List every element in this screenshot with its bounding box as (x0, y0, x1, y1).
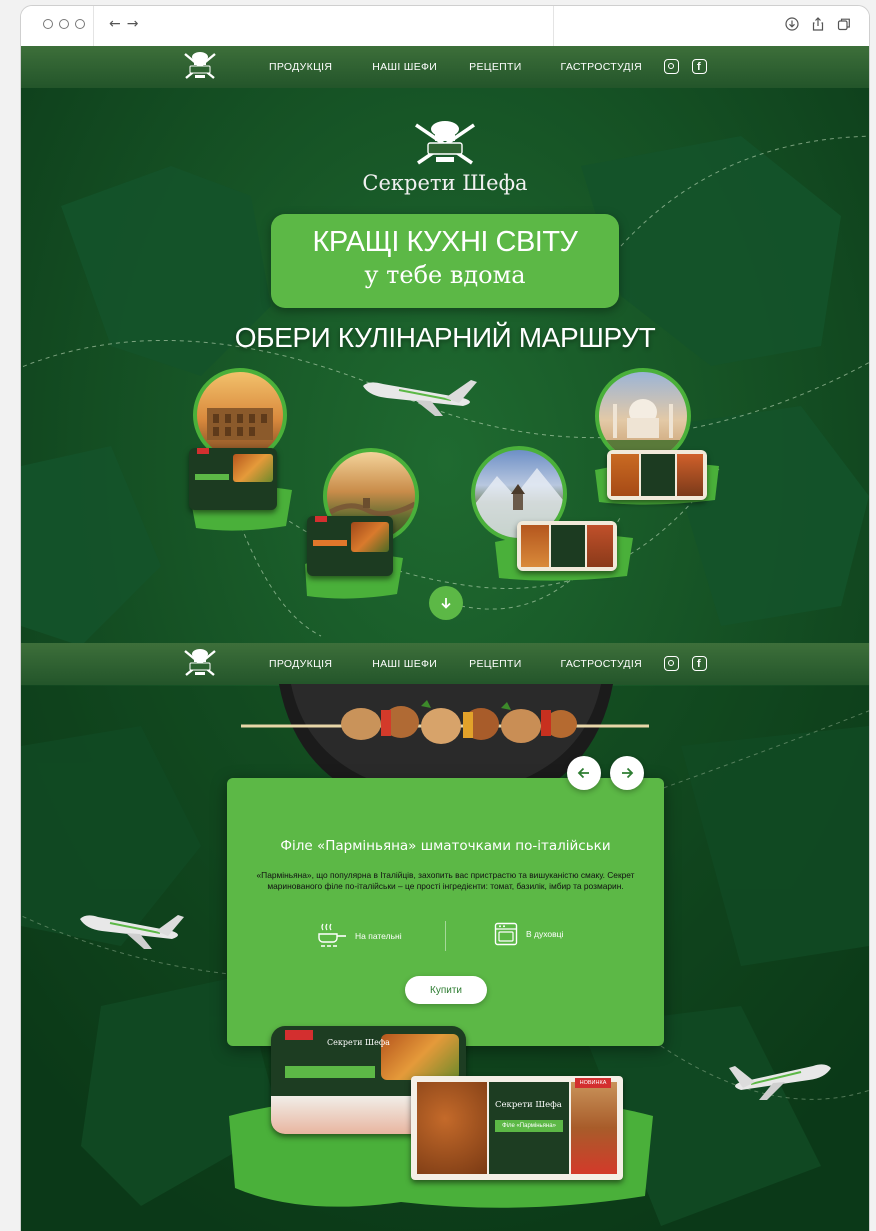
instagram-icon[interactable] (664, 59, 679, 74)
airplane-icon (729, 1064, 831, 1100)
tabs-icon[interactable] (837, 17, 851, 31)
scroll-down-button[interactable] (429, 586, 463, 620)
airplane-icon (80, 915, 184, 949)
nav-item-recipes[interactable]: РЕЦЕПТИ (469, 658, 521, 670)
main-nav: ПРОДУКЦІЯ НАШІ ШЕФИ РЕЦЕПТИ ГАСТРОСТУДІЯ… (21, 46, 869, 88)
nav-item-products[interactable]: ПРОДУКЦІЯ (269, 658, 332, 670)
forward-icon[interactable]: → (127, 16, 139, 32)
product-title: Філе «Парміньяна» шматочками по-італійсь… (280, 838, 611, 854)
sticky-nav: ПРОДУКЦІЯ НАШІ ШЕФИ РЕЦЕПТИ ГАСТРОСТУДІЯ… (21, 643, 869, 685)
chef-logo-icon[interactable] (181, 647, 219, 681)
route-title: ОБЕРИ КУЛІНАРНИЙ МАРШРУТ (234, 322, 656, 353)
minimize-window-button[interactable] (59, 19, 69, 29)
product-pack-india[interactable] (607, 450, 707, 500)
feature-oven: В духовці (494, 922, 563, 946)
facebook-icon[interactable]: f (692, 656, 707, 671)
feature-oven-label: В духовці (526, 929, 564, 939)
product-pack-china[interactable] (307, 516, 393, 576)
chef-logo-icon[interactable] (181, 50, 219, 84)
nav-item-gastrostudio[interactable]: ГАСТРОСТУДІЯ (561, 61, 642, 73)
product-package-second[interactable]: Секрети Шефа Філе «Парміньяна» НОВИНКА (411, 1076, 623, 1180)
arrow-right-icon (622, 767, 634, 779)
airplane-icon (363, 380, 477, 416)
arrow-down-icon (441, 598, 451, 609)
buy-button[interactable]: Купити (405, 976, 487, 1004)
package-name-label: Філе «Парміньяна» (495, 1120, 563, 1132)
frying-pan-icon (318, 923, 346, 947)
feature-divider (445, 921, 446, 951)
hero-headline: КРАЩІ КУХНІ СВІТУ (312, 226, 578, 258)
facebook-icon[interactable]: f (692, 59, 707, 74)
hero-brand-title: Секрети Шефа (362, 171, 528, 195)
package-new-badge: НОВИНКА (575, 1078, 611, 1088)
nav-item-chefs[interactable]: НАШІ ШЕФИ (372, 658, 437, 670)
close-window-button[interactable] (43, 19, 53, 29)
nav-item-chefs[interactable]: НАШІ ШЕФИ (372, 61, 437, 73)
product-card: Філе «Парміньяна» шматочками по-італійсь… (227, 778, 664, 1046)
back-icon[interactable]: ← (109, 16, 121, 32)
nav-item-recipes[interactable]: РЕЦЕПТИ (469, 61, 521, 73)
package-brand-label: Секрети Шефа (327, 1038, 390, 1047)
share-icon[interactable] (811, 17, 825, 31)
feature-frying-pan-label: На пательні (355, 931, 402, 941)
nav-item-products[interactable]: ПРОДУКЦІЯ (269, 61, 332, 73)
hero-subheadline: у тебе вдома (364, 261, 526, 289)
hero-headline-box: КРАЩІ КУХНІ СВІТУ у тебе вдома (271, 214, 619, 308)
download-icon[interactable] (785, 17, 799, 31)
product-description: «Парміньяна», що популярна в Італійців, … (256, 870, 635, 891)
product-pack-georgia[interactable] (517, 521, 617, 571)
toolbar-divider (553, 6, 554, 46)
carousel-prev-button[interactable] (567, 756, 601, 790)
toolbar-divider (93, 6, 94, 46)
page: ПРОДУКЦІЯ НАШІ ШЕФИ РЕЦЕПТИ ГАСТРОСТУДІЯ… (21, 46, 869, 1231)
browser-toolbar: ← → (21, 6, 869, 47)
package-brand-label: Секрети Шефа (495, 1100, 562, 1110)
hero-chef-logo-icon (415, 121, 475, 165)
browser-window: ← → ПРОДУКЦІЯ НАШІ ШЕФИ РЕЦЕПТИ ГАСТРОСТ… (20, 5, 870, 1231)
nav-item-gastrostudio[interactable]: ГАСТРОСТУДІЯ (561, 658, 642, 670)
feature-frying-pan: На пательні (317, 922, 402, 950)
product-pack-italy[interactable] (189, 448, 277, 510)
window-controls (43, 19, 85, 29)
oven-icon (494, 922, 518, 946)
instagram-icon[interactable] (664, 656, 679, 671)
carousel-next-button[interactable] (610, 756, 644, 790)
arrow-left-icon (577, 767, 589, 779)
maximize-window-button[interactable] (75, 19, 85, 29)
